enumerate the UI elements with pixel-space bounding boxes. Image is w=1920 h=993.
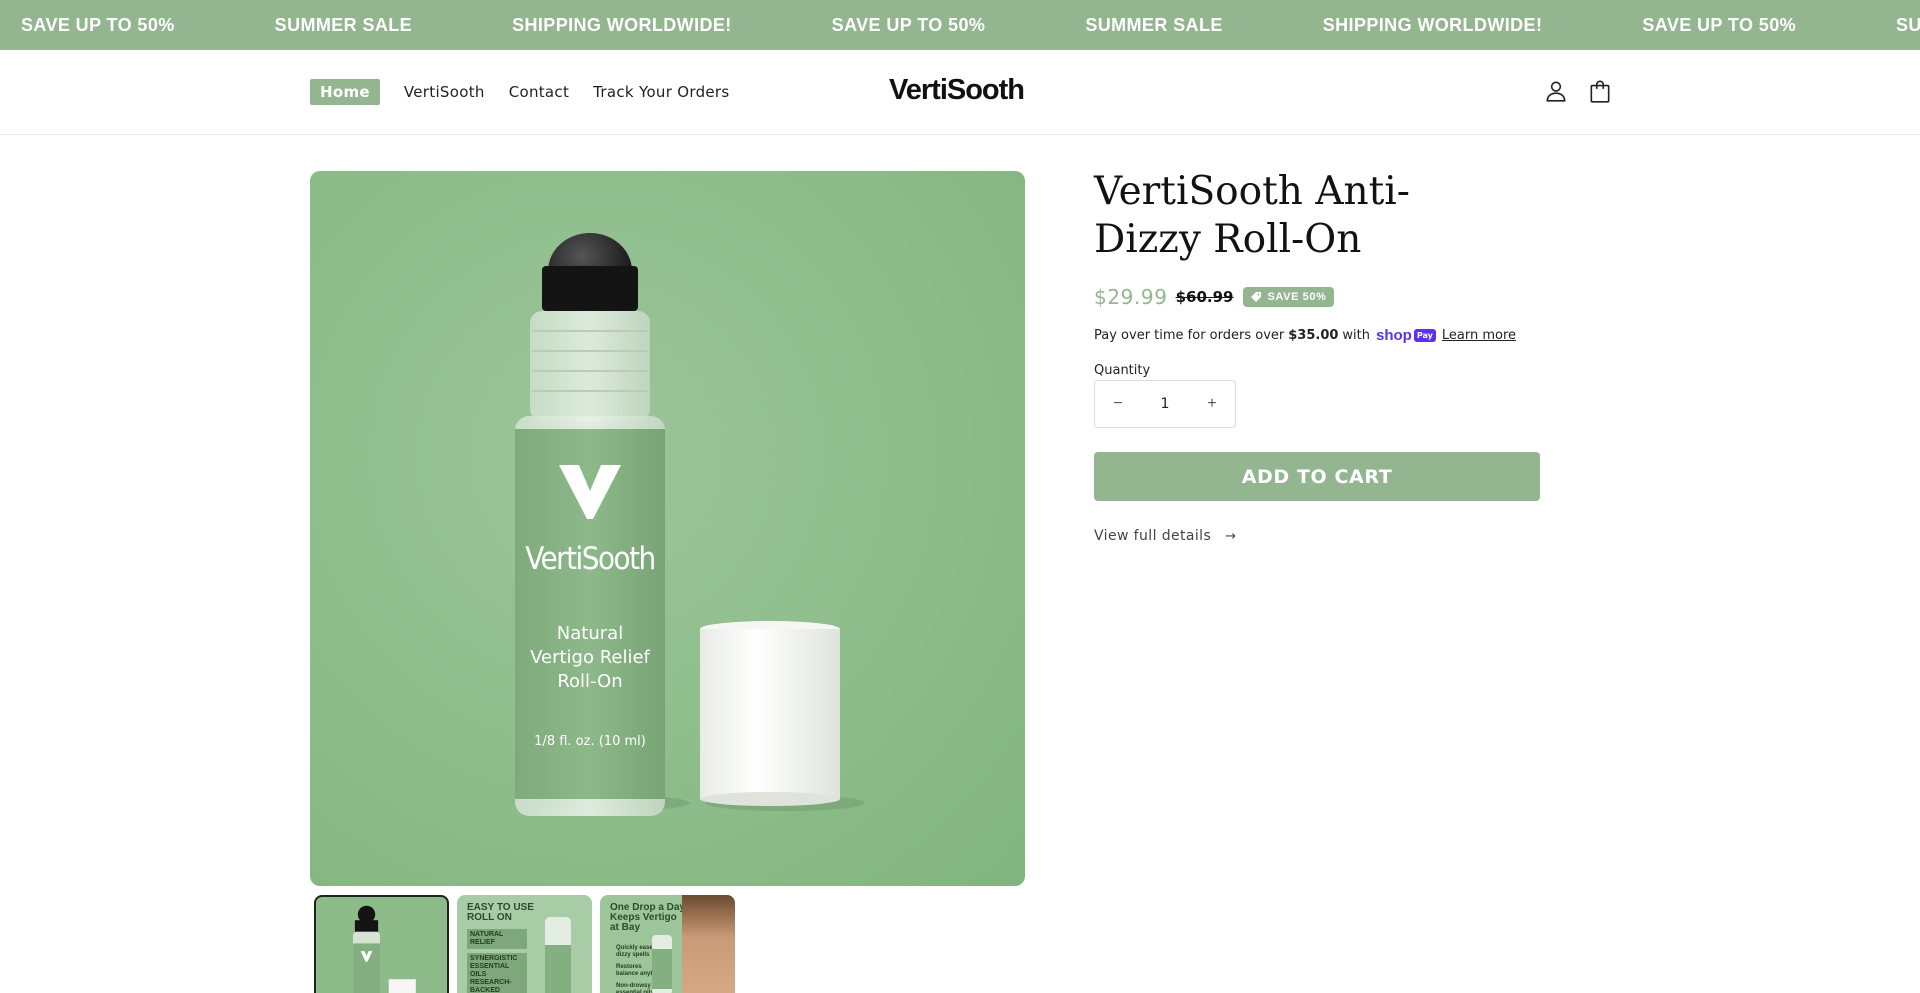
nav-item-contact[interactable]: Contact [509,83,569,101]
add-to-cart-button[interactable]: ADD TO CART [1094,452,1540,501]
bottle-label-line: Vertigo Relief [530,647,650,668]
shop-pay-logo: shop Pay [1376,327,1436,344]
quantity-stepper: − + [1094,380,1236,428]
thumbnail-1[interactable] [314,895,449,993]
site-logo[interactable]: VertiSooth [889,74,1025,107]
nav-item-track-orders[interactable]: Track Your Orders [593,83,729,101]
thumbnail-bullet: NATURAL RELIEF [467,929,527,949]
thumbnail-3[interactable]: One Drop a Day Keeps Vertigo at Bay Quic… [600,895,735,993]
announcement-item: SHIPPING WORLDWIDE! [1322,14,1543,35]
installments-amount: $35.00 [1288,328,1339,343]
bottle-label-line: Roll-On [557,671,623,692]
cart-icon[interactable] [1587,78,1613,104]
site-header: Home VertiSooth Contact Track Your Order… [0,50,1920,135]
announcement-item: SUMMER SALE [274,14,413,35]
thumbnail-bottle [652,935,672,993]
bottle-label-line: Natural [556,623,624,644]
announcement-item: SUMMER SALE [1085,14,1223,35]
announcement-item: SAVE UP TO 50% [21,14,175,35]
main-nav: Home VertiSooth Contact Track Your Order… [310,79,754,105]
installments-with: with [1342,328,1371,343]
save-badge-label: SAVE 50% [1267,291,1327,303]
bottle-volume: 1/8 fl. oz. (10 ml) [534,734,646,749]
announcement-track: SAVE UP TO 50% SUMMER SALE SHIPPING WORL… [21,0,1920,50]
thumbnail-caption: One Drop a Day Keeps Vertigo at Bay [610,902,686,933]
thumbnail-bullet: RESEARCH-BACKED [467,977,527,993]
announcement-item: SAVE UP TO 50% [1642,14,1797,35]
installments-message: Pay over time for orders over $35.00 wit… [1094,327,1516,344]
bottle-cap [700,621,840,806]
nav-item-home[interactable]: Home [310,79,380,105]
thumbnail-bottle [545,917,571,993]
thumbnail-person [682,895,735,993]
announcement-item: SHIPPING WORLDWIDE! [512,14,732,35]
product-main-image[interactable]: VertiSooth Natural Vertigo Relief Roll-O… [310,171,1025,886]
price-row: $29.99 $60.99 SAVE 50% [1094,285,1334,309]
thumbnail-caption: EASY TO USE ROLL ON [467,902,534,923]
product-title: VertiSooth Anti-Dizzy Roll-On [1094,169,1410,262]
bottle-brand: VertiSooth [525,541,656,577]
bottle-logo-mark [555,461,625,521]
thumbnail-strip: EASY TO USE ROLL ON NATURAL RELIEF SYNER… [314,895,743,993]
tag-icon [1251,292,1262,302]
quantity-input[interactable] [1141,396,1189,412]
nav-item-vertisooth[interactable]: VertiSooth [404,83,485,101]
announcement-item: SUMMER [1896,14,1920,35]
learn-more-link[interactable]: Learn more [1442,328,1516,343]
regular-price: $60.99 [1175,288,1234,306]
announcement-bar: SAVE UP TO 50% SUMMER SALE SHIPPING WORL… [0,0,1920,50]
plus-icon[interactable]: + [1189,381,1235,427]
view-full-details-link[interactable]: View full details → [1094,528,1236,544]
account-icon[interactable] [1543,78,1569,104]
save-badge: SAVE 50% [1243,287,1334,307]
arrow-right-icon: → [1225,528,1237,544]
installments-prefix: Pay over time for orders over [1094,328,1285,343]
minus-icon[interactable]: − [1095,381,1141,427]
view-details-label: View full details [1094,528,1212,544]
quantity-label: Quantity [1094,363,1151,378]
announcement-item: SAVE UP TO 50% [831,14,986,35]
sale-price: $29.99 [1094,285,1168,309]
thumbnail-2[interactable]: EASY TO USE ROLL ON NATURAL RELIEF SYNER… [457,895,592,993]
